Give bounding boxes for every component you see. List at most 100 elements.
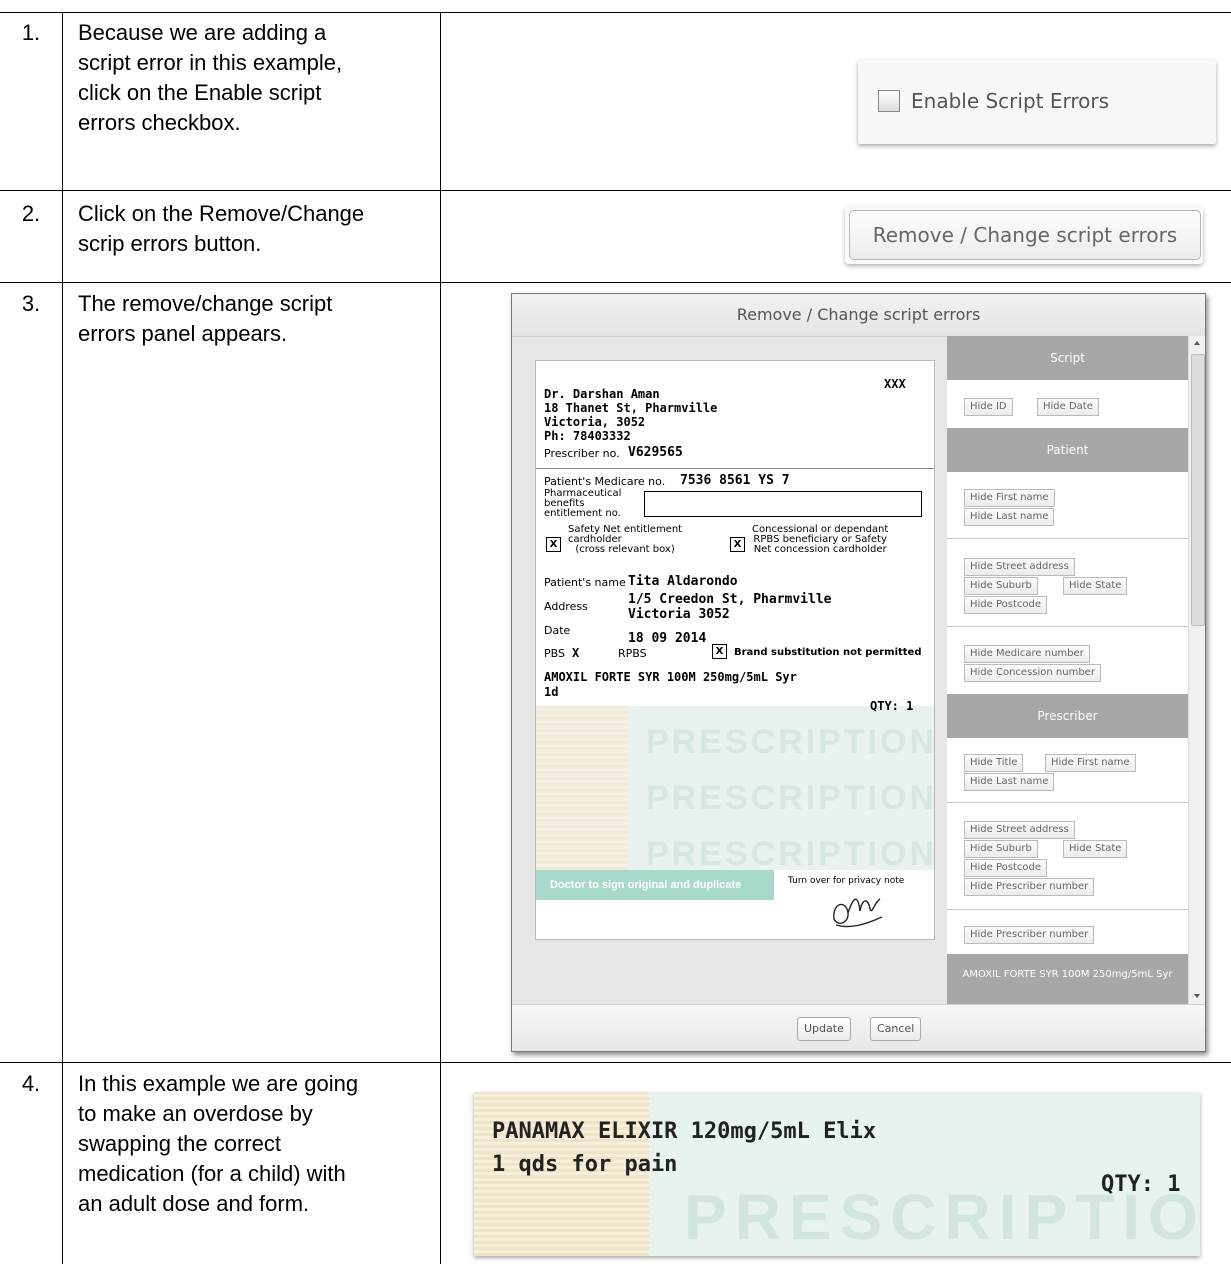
section-divider: [947, 626, 1188, 627]
section-divider: [947, 802, 1188, 803]
panel-title: Remove / Change script errors: [512, 294, 1205, 337]
prescriber-number: V629565: [628, 445, 683, 460]
hide-prescriber-first-name-button[interactable]: Hide First name: [1045, 754, 1136, 772]
step-line: an adult dose and form.: [78, 1191, 310, 1216]
step-line: Click on the Remove/Change: [78, 201, 365, 226]
enable-script-errors-crop: Enable Script Errors: [858, 60, 1216, 144]
card-footer: [536, 900, 774, 939]
pbe-label-line: entitlement no.: [544, 508, 621, 519]
remove-change-button-crop: Remove / Change script errors: [845, 206, 1203, 264]
patient-address: Victoria 3052: [628, 607, 730, 622]
hide-prescriber-suburb-button[interactable]: Hide Suburb: [964, 840, 1038, 858]
step-number: 2.: [21, 201, 41, 226]
hide-prescriber-number-button-2[interactable]: Hide Prescriber number: [964, 926, 1095, 944]
drug-dose: 1 qds for pain: [492, 1152, 678, 1177]
doctor-address: Victoria, 3052: [544, 415, 646, 429]
watermark: PRESCRIPTION: [646, 779, 935, 817]
hide-id-button[interactable]: Hide ID: [964, 398, 1013, 416]
step-line: The remove/change script: [78, 291, 333, 316]
patient-name: Tita Aldarondo: [628, 574, 738, 589]
patient-address: 1/5 Creedon St, Pharmville: [628, 592, 832, 607]
hide-prescriber-number-button[interactable]: Hide Prescriber number: [964, 878, 1095, 896]
hide-patient-postcode-button[interactable]: Hide Postcode: [964, 596, 1048, 614]
enable-script-errors-checkbox[interactable]: [878, 90, 900, 112]
hide-patient-suburb-button[interactable]: Hide Suburb: [964, 577, 1038, 595]
section-divider: [947, 909, 1188, 910]
sign-note: Doctor to sign original and duplicate: [536, 870, 774, 900]
medicare-label: Patient's Medicare no.: [544, 475, 666, 488]
hide-patient-last-name-button[interactable]: Hide Last name: [964, 508, 1055, 526]
hide-title-button[interactable]: Hide Title: [964, 754, 1024, 772]
safety-line: (cross relevant box): [575, 544, 675, 555]
side-strip: [536, 706, 628, 894]
script-date: 18 09 2014: [628, 631, 707, 646]
safety-net-box: X: [546, 537, 561, 552]
step-text: The remove/change script errors panel ap…: [78, 289, 433, 349]
hide-options-column: Script Hide ID Hide Date Patient Hide Fi…: [947, 336, 1188, 1004]
step-line: errors checkbox.: [78, 110, 241, 135]
table-rule: [0, 12, 1231, 13]
drug-name: PANAMAX ELIXIR 120mg/5mL Elix: [492, 1119, 877, 1144]
step-line: to make an overdose by: [78, 1101, 313, 1126]
pbs-mark: X: [572, 646, 580, 660]
table-rule: [440, 12, 441, 1264]
drug-name: AMOXIL FORTE SYR 100M 250mg/5mL Syr: [544, 670, 797, 684]
section-prescriber: Prescriber: [947, 694, 1188, 738]
step-text: Click on the Remove/Change scrip errors …: [78, 199, 433, 259]
enable-script-errors-label[interactable]: Enable Script Errors: [911, 89, 1109, 113]
pbe-label: Pharmaceutical benefits entitlement no.: [544, 489, 621, 519]
panel-footer: Update Cancel: [512, 1004, 1205, 1051]
drug-qty: QTY: 1: [1101, 1172, 1181, 1197]
step-line: In this example we are going: [78, 1071, 359, 1096]
step-line: Because we are adding a: [78, 20, 327, 45]
hide-prescriber-last-name-button[interactable]: Hide Last name: [964, 773, 1055, 791]
brand-substitution-box: X: [712, 644, 727, 659]
remove-change-script-errors-button[interactable]: Remove / Change script errors: [849, 210, 1201, 260]
concession-line: Net concession cardholder: [753, 544, 887, 555]
section-divider: [947, 538, 1188, 539]
hide-prescriber-street-button[interactable]: Hide Street address: [964, 821, 1075, 839]
hide-date-button[interactable]: Hide Date: [1037, 398, 1099, 416]
medicare-number: 7536 8561 YS 7: [680, 473, 790, 488]
remove-change-panel: Remove / Change script errors XXX Dr. Da…: [511, 293, 1206, 1052]
doctor-phone: Ph: 78403332: [544, 429, 631, 443]
prescription-card: XXX Dr. Darshan Aman 18 Thanet St, Pharm…: [535, 360, 935, 940]
table-rule: [0, 1062, 1231, 1063]
hide-prescriber-postcode-button[interactable]: Hide Postcode: [964, 859, 1048, 877]
scroll-down-icon[interactable]: [1194, 994, 1200, 998]
table-rule: [0, 282, 1231, 283]
patient-name-label: Patient's name: [544, 576, 626, 589]
step-number: 3.: [21, 291, 41, 316]
hide-medicare-button[interactable]: Hide Medicare number: [964, 645, 1090, 663]
hide-patient-street-button[interactable]: Hide Street address: [964, 558, 1075, 576]
hide-patient-state-button[interactable]: Hide State: [1063, 577, 1128, 595]
watermark: PRESCRIPTION: [646, 835, 935, 873]
step-line: scrip errors button.: [78, 231, 262, 256]
prescriber-label: Prescriber no.: [544, 447, 620, 460]
drug-detail-crop: PRESCRIPTION PANAMAX ELIXIR 120mg/5mL El…: [474, 1092, 1200, 1256]
cancel-button[interactable]: Cancel: [870, 1017, 922, 1041]
table-rule: [0, 190, 1231, 191]
step-line: script error in this example,: [78, 50, 343, 75]
section-patient: Patient: [947, 428, 1188, 472]
address-label: Address: [544, 600, 588, 613]
drug-dose: 1d: [544, 685, 559, 699]
update-button[interactable]: Update: [797, 1017, 851, 1041]
hide-prescriber-state-button[interactable]: Hide State: [1063, 840, 1128, 858]
doctor-signature: [833, 898, 883, 928]
pbs-label: PBS: [544, 647, 565, 660]
concession-label: Concessional or dependant RPBS beneficia…: [752, 525, 888, 555]
panel-scrollbar[interactable]: [1188, 336, 1205, 1004]
brand-substitution-label: Brand substitution not permitted: [734, 647, 922, 658]
scroll-thumb[interactable]: [1191, 354, 1205, 626]
card-divider: [536, 468, 934, 469]
scroll-up-icon[interactable]: [1194, 341, 1200, 345]
step-line: errors panel appears.: [78, 321, 288, 346]
hide-patient-first-name-button[interactable]: Hide First name: [964, 489, 1055, 507]
drug-qty: QTY: 1: [870, 699, 914, 713]
hide-concession-button[interactable]: Hide Concession number: [964, 664, 1101, 682]
step-number: 1.: [21, 20, 41, 45]
concession-box: X: [730, 537, 745, 552]
watermark: PRESCRIPTION: [646, 723, 935, 761]
privacy-note: Turn over for privacy note: [788, 876, 905, 886]
